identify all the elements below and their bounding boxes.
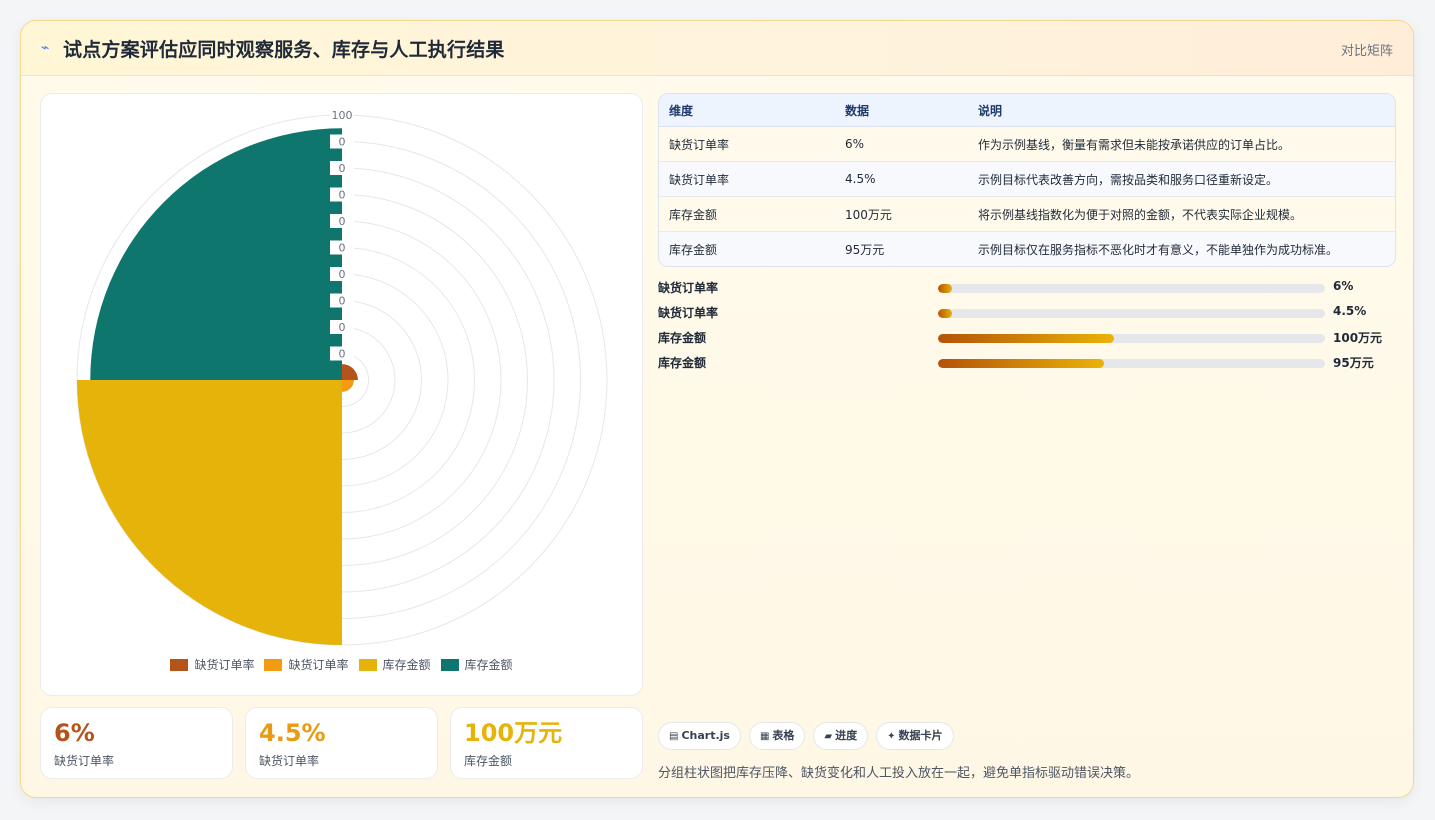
legend-label: 库存金额 <box>464 658 513 672</box>
card-title: 试点方案评估应同时观察服务、库存与人工执行结果 <box>63 39 505 61</box>
legend-item[interactable]: 库存金额 <box>358 656 431 673</box>
sparkle-icon: ✦ <box>887 731 896 742</box>
legend-item[interactable]: 缺货订单率 <box>170 656 254 673</box>
table-icon: ▦ <box>759 731 770 742</box>
progress-row: 缺货订单率 4.5% <box>658 302 1396 327</box>
progress-label: 缺货订单率 <box>658 281 719 295</box>
kpi-card: 100万元库存金额 <box>450 707 643 779</box>
kpi-card: 4.5% 缺货订单率 <box>245 707 438 779</box>
progress-fill <box>938 334 1115 343</box>
progress-value: 95万元 <box>1333 356 1374 370</box>
progress-track <box>938 284 1325 293</box>
feature-chips: ▤ Chart.js ▦ 表格 ▰ 进度 ✦ 数据卡片 <box>658 722 954 750</box>
polar-wedge <box>342 380 354 392</box>
table-cell: 作为示例基线，衡量有需求但未能按承诺供应的订单占比。 <box>968 126 1395 162</box>
table-row: 库存金额 100万元 将示例基线指数化为便于对照的金额，不代表实际企业规模。 <box>659 196 1395 232</box>
legend-item[interactable]: 缺货订单率 <box>264 656 349 673</box>
tick-label: 0 <box>339 268 346 281</box>
kpi-value: 4.5% <box>259 719 326 747</box>
table-cell: 示例目标仅在服务指标不恶化时才有意义，不能单独作为成功标准。 <box>968 231 1395 266</box>
chip-label: Chart.js <box>681 729 730 742</box>
tick-label: 0 <box>339 189 346 202</box>
tick-label: 0 <box>339 348 346 361</box>
progress-row: 库存金额 100万元 <box>658 327 1396 352</box>
progress-label: 缺货订单率 <box>658 306 719 320</box>
kpi-card: 6% 缺货订单率 <box>40 707 233 779</box>
kpi-label: 缺货订单率 <box>54 754 115 768</box>
kpi-label: 库存金额 <box>464 754 513 768</box>
table-cell: 示例目标代表改善方向，需按品类和服务口径重新设定。 <box>968 161 1395 197</box>
table-header-dimension: 维度 <box>659 94 835 127</box>
tick-label: 0 <box>339 295 346 308</box>
legend-label: 库存金额 <box>382 658 431 672</box>
progress-bars: 缺货订单率 6% 缺货订单率 4.5% 库存金额 100万元 库存金额 95万元 <box>658 277 1396 377</box>
progress-value: 6% <box>1333 279 1354 293</box>
polar-wedge <box>77 380 342 645</box>
progress-value: 4.5% <box>1333 304 1367 318</box>
matrix-tag: 对比矩阵 <box>1340 44 1393 59</box>
chip-label: 数据卡片 <box>898 729 943 742</box>
progress-value: 100万元 <box>1333 331 1383 345</box>
chip-label: 表格 <box>772 729 795 742</box>
table-row: 缺货订单率 4.5% 示例目标代表改善方向，需按品类和服务口径重新设定。 <box>659 161 1395 197</box>
legend-item[interactable]: 库存金额 <box>440 656 513 673</box>
table-cell: 缺货订单率 <box>659 126 835 162</box>
progress-row: 缺货订单率 6% <box>658 277 1396 302</box>
comparison-card: ⌁ 试点方案评估应同时观察服务、库存与人工执行结果 对比矩阵 000000000… <box>20 20 1414 798</box>
legend-swatch <box>440 658 459 671</box>
kpi-label: 缺货订单率 <box>259 754 320 768</box>
table-cell: 库存金额 <box>659 196 835 232</box>
tick-label: 0 <box>339 136 346 149</box>
progress-label: 库存金额 <box>658 331 707 345</box>
table-cell: 库存金额 <box>659 231 835 266</box>
chip-progress[interactable]: ▰ 进度 <box>813 722 869 750</box>
table-row: 缺货订单率 6% 作为示例基线，衡量有需求但未能按承诺供应的订单占比。 <box>659 126 1395 162</box>
kpi-value: 100万元 <box>464 719 563 747</box>
legend-label: 缺货订单率 <box>194 658 255 672</box>
chip-sparkle[interactable]: ✦ 数据卡片 <box>876 722 954 750</box>
card-header: ⌁ 试点方案评估应同时观察服务、库存与人工执行结果 对比矩阵 <box>21 21 1413 76</box>
progress-fill <box>938 284 952 293</box>
tick-label: 0 <box>339 242 346 255</box>
progress-track <box>938 334 1325 343</box>
footnote: 分组柱状图把库存压降、缺货变化和人工投入放在一起，避免单指标驱动错误决策。 <box>658 766 1140 781</box>
polar-area-chart: 0 0 0 0 0 0 0 0 0 100 <box>76 108 608 646</box>
chart-icon: ▤ <box>669 731 679 742</box>
tick-label: 100 <box>332 109 353 122</box>
table-header-data: 数据 <box>835 94 968 127</box>
table-cell: 95万元 <box>835 231 968 266</box>
progress-icon: ▰ <box>824 731 833 742</box>
table-cell: 将示例基线指数化为便于对照的金额，不代表实际企业规模。 <box>968 196 1395 232</box>
tick-label: 0 <box>339 215 346 228</box>
tick-label: 0 <box>339 162 346 175</box>
progress-fill <box>938 309 952 318</box>
polar-wedge <box>342 364 358 380</box>
progress-label: 库存金额 <box>658 356 707 370</box>
polar-wedge <box>90 128 342 380</box>
chip-label: 进度 <box>835 729 858 742</box>
legend-swatch <box>170 658 189 671</box>
chart-legend: 缺货订单率 缺货订单率 库存金额 库存金额 <box>41 656 642 673</box>
chip-table[interactable]: ▦ 表格 <box>748 722 806 750</box>
progress-row: 库存金额 95万元 <box>658 352 1396 377</box>
table-cell: 4.5% <box>835 161 968 197</box>
table-cell: 100万元 <box>835 196 968 232</box>
legend-label: 缺货订单率 <box>288 658 349 672</box>
legend-swatch <box>264 658 283 671</box>
table-cell: 6% <box>835 126 968 162</box>
chip-chart[interactable]: ▤ Chart.js <box>658 722 741 750</box>
kpi-value: 6% <box>54 719 95 747</box>
progress-fill <box>938 359 1105 368</box>
progress-track <box>938 359 1325 368</box>
lightning-icon: ⌁ <box>41 40 50 56</box>
table-header-description: 说明 <box>968 94 1395 127</box>
progress-track <box>938 309 1325 318</box>
tick-label: 0 <box>339 321 346 334</box>
legend-swatch <box>358 658 377 671</box>
polar-chart-panel: 0 0 0 0 0 0 0 0 0 100 缺货订单率 缺货订单率 库存金额 库存金额 <box>40 93 643 696</box>
data-table: 维度 数据 说明 缺货订单率 6% 作为示例基线，衡量有需求但未能按承诺供应的订… <box>658 93 1396 267</box>
table-row: 库存金额 95万元 示例目标仅在服务指标不恶化时才有意义，不能单独作为成功标准。 <box>659 231 1395 266</box>
table-cell: 缺货订单率 <box>659 161 835 197</box>
